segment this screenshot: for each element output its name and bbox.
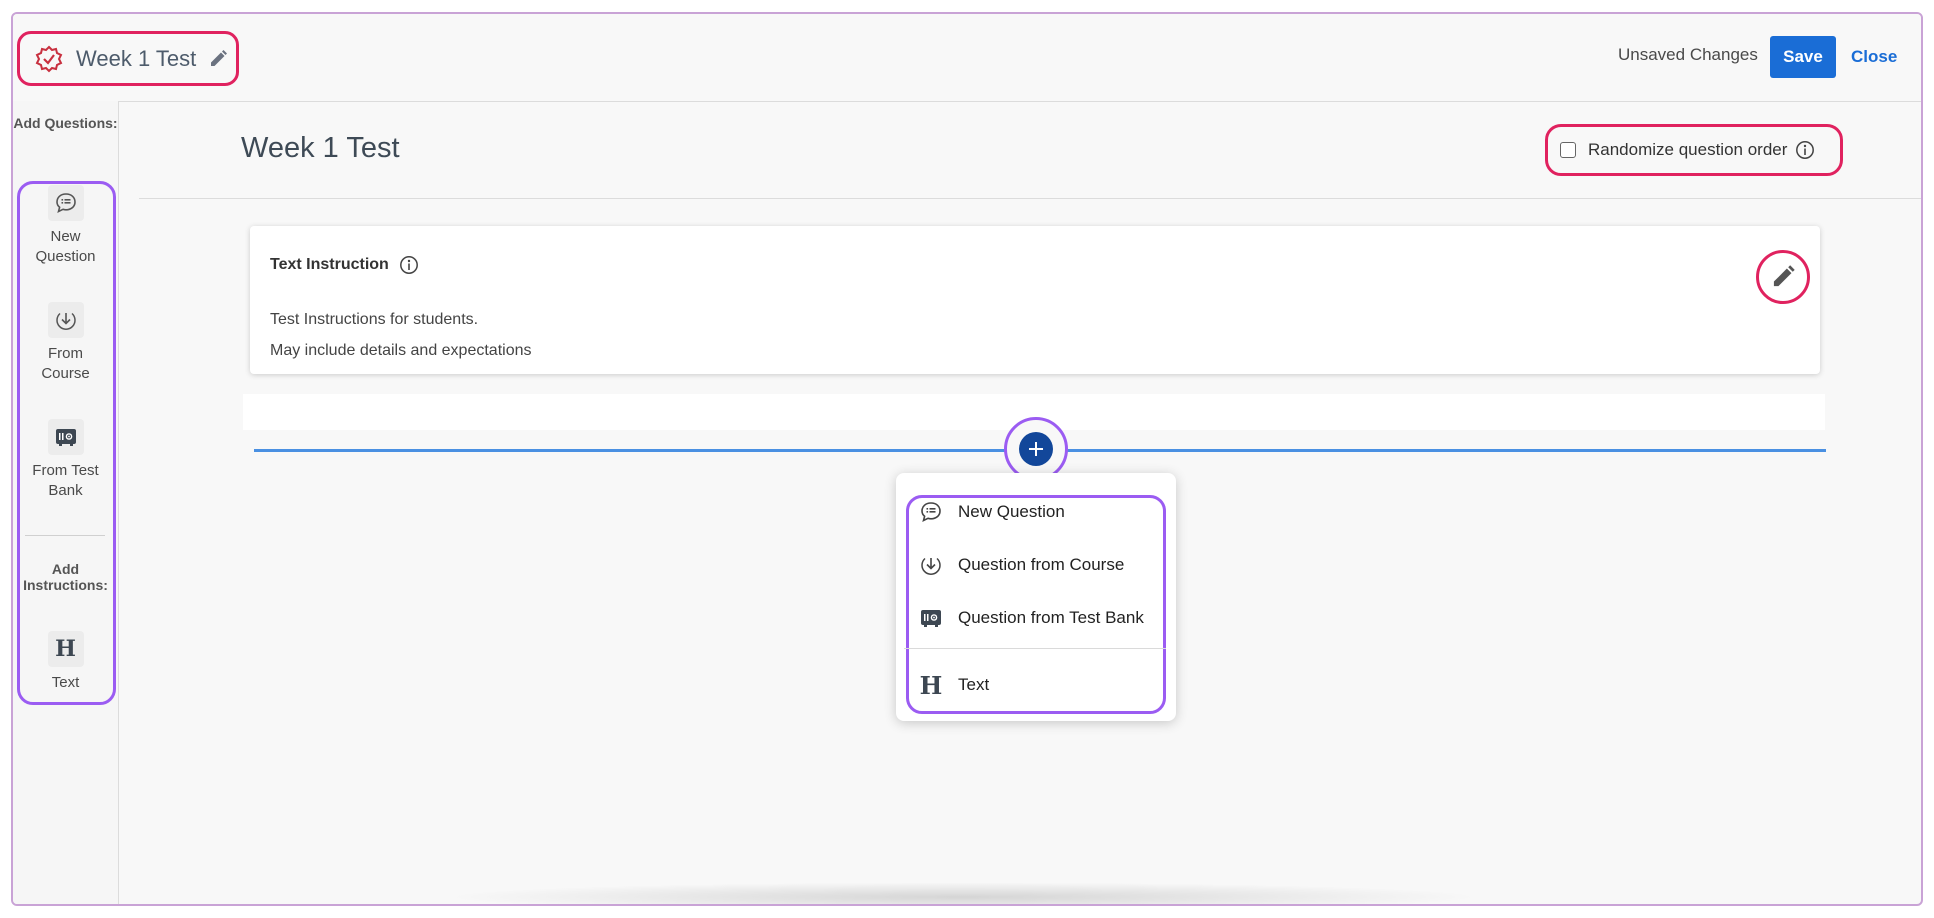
unsaved-status: Unsaved Changes [1618,45,1758,64]
instruction-line: Test Instructions for students. [270,311,479,328]
new-question-icon [918,499,944,525]
sidebar-item-from-course[interactable]: From Course [13,302,118,384]
new-question-icon [47,185,84,221]
sidebar-item-label: New Question [35,228,96,265]
sidebar-item-text[interactable]: H Text [13,631,118,693]
footer-shadow [443,882,1483,904]
edit-instruction-button[interactable] [1756,250,1810,304]
add-questions-heading: Add Questions: [13,115,118,131]
info-icon[interactable] [1795,140,1815,160]
plus-icon [1027,440,1045,458]
menu-item-question-from-course[interactable]: Question from Course [918,552,1124,578]
top-bar: Week 1 Test Unsaved Changes Save Close [13,14,1921,102]
randomize-highlight: Randomize question order [1545,124,1843,176]
sidebar-divider [25,535,105,536]
badge-check-icon [34,44,64,74]
menu-item-label: Question from Test Bank [958,608,1144,627]
pencil-icon [1770,264,1796,290]
menu-item-label: New Question [958,502,1065,521]
add-content-highlight [1004,417,1068,481]
heading-text-icon: H [919,670,943,700]
randomize-label[interactable]: Randomize question order [1588,140,1787,160]
sidebar-item-label: From Course [41,345,90,382]
test-bank-icon [47,419,84,455]
sidebar-item-new-question[interactable]: New Question [13,185,118,267]
randomize-checkbox[interactable] [1560,142,1576,158]
sidebar: Add Questions: New Question From Course … [13,101,119,904]
instruction-card: Text Instruction Test Instructions for s… [250,226,1820,374]
instruction-card-title: Text Instruction [270,255,419,275]
save-button[interactable]: Save [1770,36,1836,78]
menu-item-label: Question from Course [958,555,1125,574]
sidebar-item-from-test-bank[interactable]: From Test Bank [13,419,118,501]
menu-item-new-question[interactable]: New Question [918,499,1065,525]
menu-divider [904,648,1166,649]
edit-title-pencil-icon[interactable] [208,48,230,70]
test-bank-icon [918,605,944,631]
add-content-button[interactable] [1019,432,1053,466]
course-download-icon [918,552,944,578]
sidebar-item-label: Text [51,674,80,691]
page-title: Week 1 Test [241,132,400,164]
course-download-icon [47,302,84,338]
app-window: Week 1 Test Unsaved Changes Save Close A… [11,12,1923,906]
instruction-line: May include details and expectations [270,342,532,359]
menu-item-question-from-test-bank[interactable]: Question from Test Bank [918,605,1144,631]
add-content-menu: New Question Question from Course Questi… [896,473,1176,721]
title-highlight: Week 1 Test [17,31,239,86]
heading-text-icon: H [47,631,84,667]
window-title: Week 1 Test [76,45,197,71]
info-icon[interactable] [399,255,419,275]
menu-item-text[interactable]: H Text [918,670,990,700]
header-divider [139,198,1921,199]
add-instructions-heading: Add Instructions: [23,561,108,593]
menu-item-label: Text [958,675,990,694]
close-link[interactable]: Close [1851,47,1897,67]
sidebar-item-label: From Test Bank [32,462,99,499]
instruction-card-title-text: Text Instruction [270,256,389,273]
